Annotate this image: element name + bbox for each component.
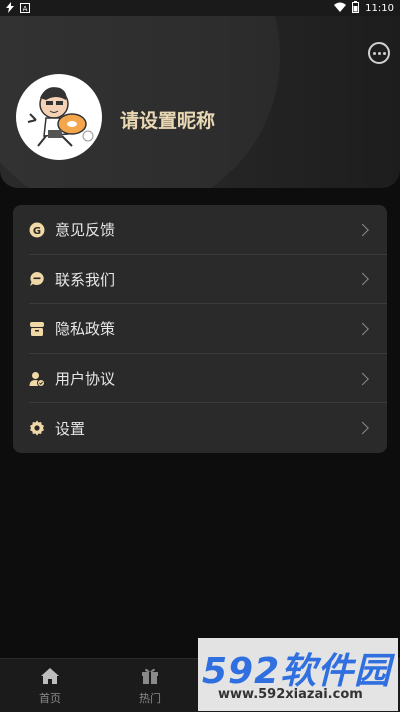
menu-item-contact[interactable]: 联系我们 <box>13 255 387 305</box>
chevron-right-icon <box>356 372 369 385</box>
gift-icon <box>120 667 180 688</box>
chat-bubble-icon[interactable] <box>368 42 390 64</box>
menu-item-feedback[interactable]: G 意见反馈 <box>13 205 387 255</box>
menu-item-label: 用户协议 <box>55 370 116 389</box>
tab-label: 热门 <box>139 692 161 705</box>
home-icon <box>20 667 80 688</box>
battery-icon <box>352 1 360 16</box>
svg-text:G: G <box>33 226 41 237</box>
chevron-right-icon <box>356 421 369 435</box>
menu-item-settings[interactable]: 设置 <box>13 403 387 453</box>
menu-item-label: 联系我们 <box>55 270 116 289</box>
watermark-url: www.592xiazai.com <box>218 687 363 702</box>
feedback-g-icon: G <box>29 222 45 238</box>
tab-label: 首页 <box>39 692 61 705</box>
profile-header: 请设置昵称 <box>0 16 400 188</box>
menu-item-label: 意见反馈 <box>55 221 116 240</box>
wifi-icon <box>334 2 347 15</box>
status-bar: A 11:10 <box>0 0 400 16</box>
lightning-icon <box>6 2 14 16</box>
user-agreement-icon <box>29 371 45 387</box>
chevron-right-icon <box>356 223 369 237</box>
notification-a-icon: A <box>20 2 30 16</box>
avatar[interactable] <box>16 74 102 160</box>
svg-text:A: A <box>23 5 28 13</box>
gear-icon <box>29 420 45 436</box>
tab-hot[interactable]: 热门 <box>120 667 180 706</box>
menu-item-label: 隐私政策 <box>55 320 116 339</box>
tab-home[interactable]: 首页 <box>20 667 80 706</box>
settings-menu: G 意见反馈 联系我们 隐私政策 用户协议 设置 <box>13 205 387 453</box>
status-time: 11:10 <box>365 3 394 14</box>
watermark-logo: 592软件园 www.592xiazai.com <box>198 638 398 711</box>
menu-item-user-agreement[interactable]: 用户协议 <box>13 354 387 404</box>
nickname-label[interactable]: 请设置昵称 <box>120 106 215 133</box>
menu-item-label: 设置 <box>55 419 86 438</box>
chevron-right-icon <box>356 273 369 286</box>
privacy-shop-icon <box>29 321 45 337</box>
chevron-right-icon <box>356 322 369 336</box>
menu-item-privacy[interactable]: 隐私政策 <box>13 304 387 354</box>
contact-bubble-icon <box>29 271 45 287</box>
